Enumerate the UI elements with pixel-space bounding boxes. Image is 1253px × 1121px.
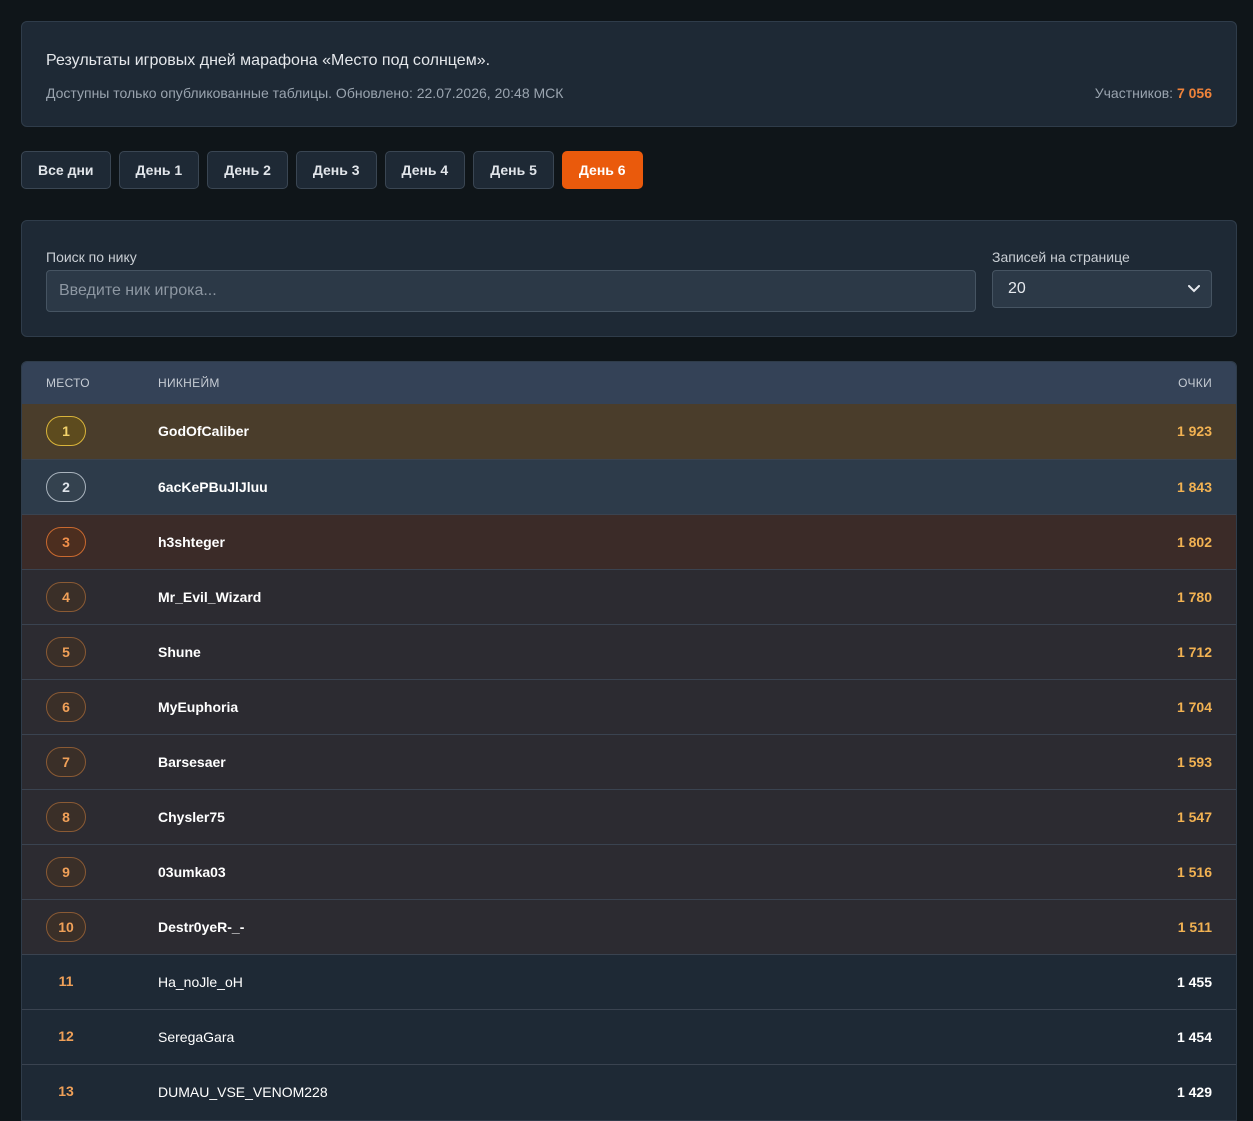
rank-badge: 9: [46, 857, 86, 887]
update-info: Доступны только опубликованные таблицы. …: [46, 85, 564, 101]
rank-badge: 4: [46, 582, 86, 612]
player-points: 1 780: [1176, 589, 1212, 605]
rank-badge: 1: [46, 416, 86, 446]
player-nickname: Destr0yeR-_-: [158, 919, 245, 935]
table-body: 1 GodOfCaliber 1 923 2 6acKePBuJlJluu 1 843 3 h…: [22, 404, 1236, 1119]
player-nickname: 6acKePBuJlJluu: [158, 479, 268, 495]
tab-day-5[interactable]: День 5: [473, 151, 554, 189]
player-nickname: 03umka03: [158, 864, 226, 880]
per-page-label: Записей на странице: [992, 249, 1130, 265]
player-nickname: Barsesaer: [158, 754, 226, 770]
filter-panel: Поиск по нику Записей на странице 20: [21, 220, 1237, 337]
table-row: 7 Barsesaer 1 593: [22, 734, 1236, 789]
table-row: 2 6acKePBuJlJluu 1 843: [22, 459, 1236, 514]
player-nickname: Mr_Evil_Wizard: [158, 589, 262, 605]
table-header: МЕСТО НИКНЕЙМ ОЧКИ: [22, 362, 1236, 404]
column-place: МЕСТО: [46, 376, 90, 390]
rank-badge: 7: [46, 747, 86, 777]
column-nickname: НИКНЕЙМ: [158, 376, 220, 390]
table-row: 8 Chysler75 1 547: [22, 789, 1236, 844]
player-nickname: Shune: [158, 644, 201, 660]
tab-all-days[interactable]: Все дни: [21, 151, 111, 189]
participants-value: 7 056: [1176, 85, 1212, 101]
per-page-value: 20: [1008, 280, 1026, 297]
table-row: 9 03umka03 1 516: [22, 844, 1236, 899]
table-row: 1 GodOfCaliber 1 923: [22, 404, 1236, 459]
rank-badge: 8: [46, 802, 86, 832]
search-label: Поиск по нику: [46, 249, 137, 265]
player-points: 1 454: [1176, 1029, 1212, 1045]
summary-card: Результаты игровых дней марафона «Место …: [21, 21, 1237, 127]
player-nickname: MyEuphoria: [158, 699, 239, 715]
participants-counter: Участников: 7 056: [1095, 85, 1212, 101]
column-points: ОЧКИ: [1178, 376, 1212, 390]
player-nickname: Chysler75: [158, 809, 225, 825]
table-row: 10 Destr0yeR-_- 1 511: [22, 899, 1236, 954]
leaderboard-table: МЕСТО НИКНЕЙМ ОЧКИ 1 GodOfCaliber 1 923 2 6a…: [21, 361, 1237, 1121]
participants-label: Участников:: [1094, 85, 1174, 101]
chevron-down-icon: [1187, 282, 1201, 296]
player-points: 1 511: [1177, 919, 1212, 935]
table-row: 12 SeregaGara 1 454: [22, 1009, 1236, 1064]
player-points: 1 802: [1176, 534, 1212, 550]
table-row: 5 Shune 1 712: [22, 624, 1236, 679]
player-points: 1 429: [1176, 1084, 1212, 1100]
player-nickname: h3shteger: [158, 534, 225, 550]
player-points: 1 593: [1176, 754, 1212, 770]
day-tabs: Все дни День 1 День 2 День 3 День 4 День…: [21, 151, 643, 189]
table-row: 6 MyEuphoria 1 704: [22, 679, 1236, 734]
rank-badge: 6: [46, 692, 86, 722]
search-input[interactable]: [46, 270, 976, 312]
rank-badge: 5: [46, 637, 86, 667]
player-points: 1 712: [1176, 644, 1212, 660]
table-row: 3 h3shteger 1 802: [22, 514, 1236, 569]
tab-day-2[interactable]: День 2: [207, 151, 288, 189]
rank-number: 11: [58, 973, 74, 989]
player-points: 1 843: [1176, 479, 1212, 495]
rank-badge: 2: [46, 472, 86, 502]
table-row: 13 DUMAU_VSE_VENOM228 1 429: [22, 1064, 1236, 1119]
rank-badge: 10: [46, 912, 86, 942]
player-nickname: GodOfCaliber: [158, 423, 250, 439]
player-points: 1 923: [1176, 423, 1212, 439]
per-page-select[interactable]: 20: [992, 270, 1212, 308]
table-row: 4 Mr_Evil_Wizard 1 780: [22, 569, 1236, 624]
tab-day-3[interactable]: День 3: [295, 151, 377, 189]
player-points: 1 516: [1176, 864, 1212, 880]
player-points: 1 704: [1176, 699, 1212, 715]
player-nickname: Ha_noJle_oH: [158, 974, 243, 990]
rank-badge: 3: [46, 527, 86, 557]
player-points: 1 455: [1176, 974, 1212, 990]
page-title: Результаты игровых дней марафона «Место …: [46, 52, 491, 69]
rank-number: 12: [58, 1028, 74, 1044]
rank-number: 13: [58, 1083, 74, 1099]
tab-day-1[interactable]: День 1: [118, 151, 200, 189]
player-nickname: DUMAU_VSE_VENOM228: [158, 1084, 328, 1100]
table-row: 11 Ha_noJle_oH 1 455: [22, 954, 1236, 1009]
tab-day-4[interactable]: День 4: [384, 151, 466, 189]
tab-day-6[interactable]: День 6: [561, 151, 643, 189]
player-nickname: SeregaGara: [158, 1029, 235, 1045]
player-points: 1 547: [1176, 809, 1212, 825]
